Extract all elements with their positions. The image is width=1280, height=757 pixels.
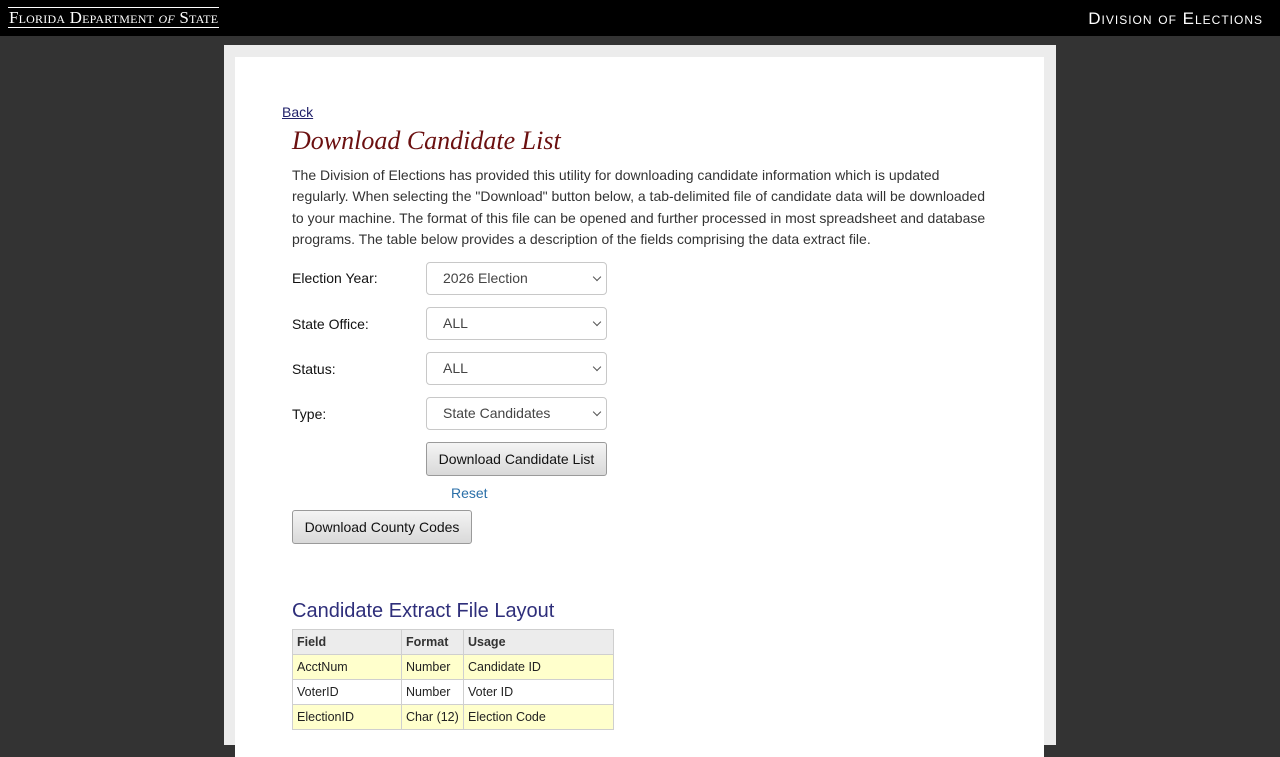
logo-text-part2: State	[179, 8, 219, 27]
election-year-value: 2026 Election	[443, 270, 528, 286]
cell-field: VoterID	[292, 679, 402, 705]
table-title: Candidate Extract File Layout	[292, 600, 555, 622]
chevron-down-icon	[592, 407, 602, 417]
header-format: Format	[401, 629, 464, 655]
chevron-down-icon	[592, 317, 602, 327]
chevron-down-icon	[592, 362, 602, 372]
division-title[interactable]: Division of Elections	[1088, 9, 1263, 29]
state-office-label: State Office:	[292, 316, 369, 332]
status-label: Status:	[292, 361, 336, 377]
download-candidate-list-button[interactable]: Download Candidate List	[426, 442, 607, 476]
type-value: State Candidates	[443, 405, 551, 421]
cell-usage: Voter ID	[463, 679, 614, 705]
cell-field: AcctNum	[292, 654, 402, 680]
type-select[interactable]: State Candidates	[426, 397, 607, 430]
cell-usage: Candidate ID	[463, 654, 614, 680]
page-title: Download Candidate List	[292, 126, 561, 155]
table-row: ElectionID Char (12) Election Code	[292, 704, 614, 730]
type-label: Type:	[292, 406, 327, 422]
chevron-down-icon	[592, 272, 602, 282]
logo-text-part1: Florida Department	[9, 8, 155, 27]
status-value: ALL	[443, 360, 468, 376]
logo-text-of: of	[158, 8, 175, 27]
cell-format: Number	[401, 654, 464, 680]
table-header-row: Field Format Usage	[292, 629, 614, 655]
back-link[interactable]: Back	[282, 104, 313, 120]
cell-format: Number	[401, 679, 464, 705]
cell-format: Char (12)	[401, 704, 464, 730]
download-county-codes-button[interactable]: Download County Codes	[292, 510, 472, 544]
election-year-select[interactable]: 2026 Election	[426, 262, 607, 295]
election-year-label: Election Year:	[292, 270, 378, 286]
florida-dos-logo[interactable]: Florida Department of State	[8, 7, 220, 28]
table-row: AcctNum Number Candidate ID	[292, 654, 614, 680]
cell-usage: Election Code	[463, 704, 614, 730]
reset-link[interactable]: Reset	[451, 485, 488, 501]
state-office-select[interactable]: ALL	[426, 307, 607, 340]
file-layout-table: Field Format Usage AcctNum Number Candid…	[292, 629, 614, 730]
status-select[interactable]: ALL	[426, 352, 607, 385]
header-usage: Usage	[463, 629, 614, 655]
cell-field: ElectionID	[292, 704, 402, 730]
top-banner: Florida Department of State Division of …	[0, 0, 1280, 36]
state-office-value: ALL	[443, 315, 468, 331]
header-field: Field	[292, 629, 402, 655]
table-row: VoterID Number Voter ID	[292, 679, 614, 705]
intro-paragraph: The Division of Elections has provided t…	[292, 167, 986, 247]
